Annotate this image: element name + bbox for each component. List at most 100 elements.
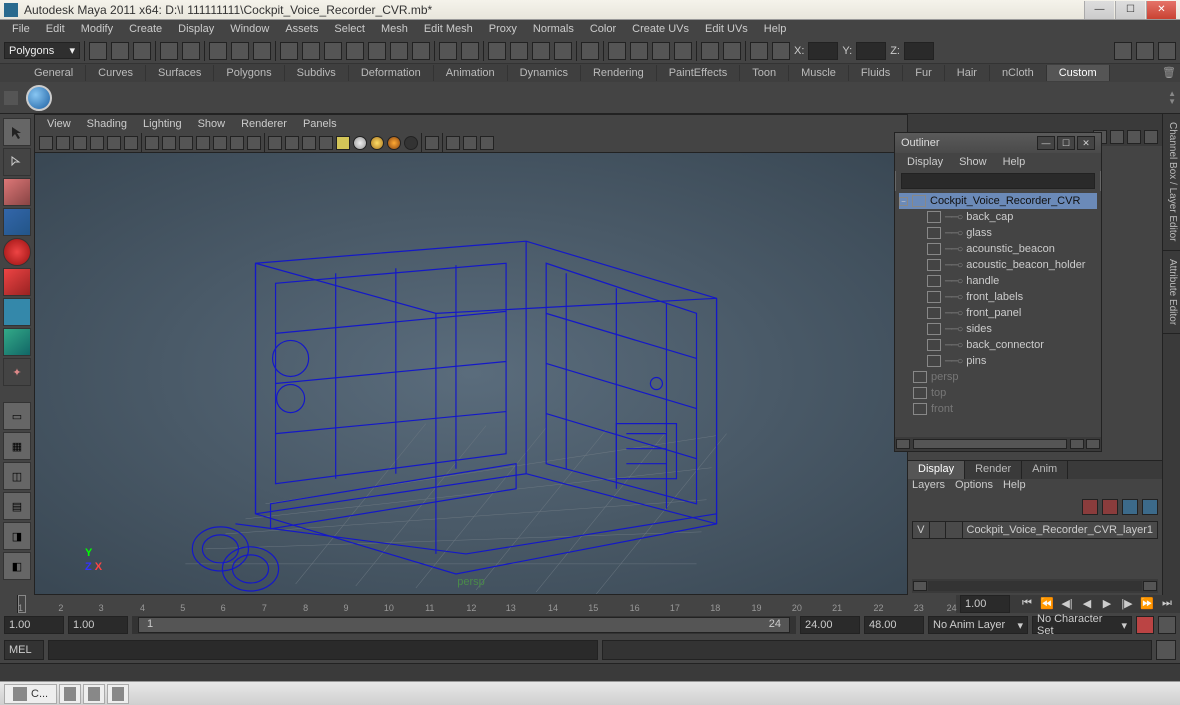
input-operations-icon[interactable] <box>510 42 528 60</box>
render-settings-icon[interactable] <box>652 42 670 60</box>
vp-safe-title-icon[interactable] <box>247 136 261 150</box>
select-tool[interactable] <box>3 118 31 146</box>
shelf-collapse-arrows[interactable]: ▲▼ <box>1168 91 1176 105</box>
layer-hscroll[interactable] <box>912 579 1158 593</box>
layer-name[interactable]: Cockpit_Voice_Recorder_CVR_layer1 <box>963 524 1157 536</box>
taskbar-item-4[interactable] <box>107 684 129 704</box>
outliner-camera-node[interactable]: front <box>899 401 1097 417</box>
new-scene-icon[interactable] <box>89 42 107 60</box>
attribute-editor-toggle-icon[interactable] <box>1114 42 1132 60</box>
outliner-titlebar[interactable]: Outliner — ☐ ✕ <box>895 133 1101 153</box>
render-view-icon[interactable] <box>674 42 692 60</box>
minimize-button[interactable]: — <box>1084 1 1114 19</box>
outliner-child-node[interactable]: ──○pins <box>899 353 1097 369</box>
play-backward-button[interactable]: ◀ <box>1078 595 1096 611</box>
vp-film-gate-icon[interactable] <box>162 136 176 150</box>
outliner-root-node[interactable]: − Cockpit_Voice_Recorder_CVR <box>899 193 1097 209</box>
outliner-camera-node[interactable]: top <box>899 385 1097 401</box>
vp-menu-renderer[interactable]: Renderer <box>233 116 295 132</box>
tab-toon[interactable]: Toon <box>740 65 789 81</box>
outliner-hscroll[interactable] <box>895 437 1101 451</box>
menu-create[interactable]: Create <box>121 21 170 37</box>
layer-row[interactable]: V Cockpit_Voice_Recorder_CVR_layer1 <box>912 521 1158 539</box>
range-end-outer-field[interactable]: 48.00 <box>864 616 924 634</box>
vp-bookmarks-icon[interactable] <box>73 136 87 150</box>
single-perspective-layout[interactable]: ▭ <box>3 402 31 430</box>
go-to-start-button[interactable]: ⏮ <box>1018 595 1036 611</box>
outliner-search-field[interactable] <box>901 173 1095 189</box>
maximize-button[interactable]: ☐ <box>1115 1 1145 19</box>
range-start-outer-field[interactable]: 1.00 <box>4 616 64 634</box>
vp-all-light-icon[interactable] <box>370 136 384 150</box>
vp-xray-joints-icon[interactable] <box>463 136 477 150</box>
vp-xray-icon[interactable] <box>446 136 460 150</box>
layer-tab-anim[interactable]: Anim <box>1022 461 1068 479</box>
open-scene-icon[interactable] <box>111 42 129 60</box>
move-tool[interactable] <box>3 208 31 236</box>
hypergraph-icon[interactable] <box>701 42 719 60</box>
vp-grid-icon[interactable] <box>145 136 159 150</box>
lasso-tool[interactable] <box>3 148 31 176</box>
step-back-key-button[interactable]: ⏪ <box>1038 595 1056 611</box>
script-language-toggle[interactable]: MEL <box>4 640 44 660</box>
vp-menu-show[interactable]: Show <box>190 116 234 132</box>
outliner-camera-node[interactable]: persp <box>899 369 1097 385</box>
script-editor-button[interactable] <box>1156 640 1176 660</box>
step-back-button[interactable]: ◀| <box>1058 595 1076 611</box>
command-input[interactable] <box>48 640 598 660</box>
shelf-menu-icon[interactable] <box>4 91 18 105</box>
sync-icon[interactable] <box>1127 130 1141 144</box>
snap-curve-icon[interactable] <box>302 42 320 60</box>
vp-menu-panels[interactable]: Panels <box>295 116 345 132</box>
tab-polygons[interactable]: Polygons <box>214 65 284 81</box>
menu-edituvs[interactable]: Edit UVs <box>697 21 756 37</box>
scroll-right-icon[interactable] <box>1070 439 1084 449</box>
vp-gate-mask-icon[interactable] <box>196 136 210 150</box>
rotate-tool[interactable] <box>3 238 31 266</box>
refresh-icon[interactable] <box>1144 130 1158 144</box>
show-manipulator-tool[interactable]: ✦ <box>3 358 31 386</box>
taskbar-item-2[interactable] <box>59 684 81 704</box>
tab-general[interactable]: General <box>22 65 86 81</box>
construct-history-icon[interactable] <box>581 42 599 60</box>
vp-field-chart-icon[interactable] <box>213 136 227 150</box>
current-frame-field[interactable]: 1.00 <box>960 595 1010 613</box>
outliner-child-node[interactable]: ──○sides <box>899 321 1097 337</box>
tab-painteffects[interactable]: PaintEffects <box>657 65 741 81</box>
coord-x-field[interactable] <box>808 42 838 60</box>
outliner-menu-show[interactable]: Show <box>951 154 995 170</box>
tab-fur[interactable]: Fur <box>903 65 945 81</box>
persp-graph-layout[interactable]: ▤ <box>3 492 31 520</box>
menu-file[interactable]: File <box>4 21 38 37</box>
render-current-icon[interactable] <box>608 42 626 60</box>
tab-hair[interactable]: Hair <box>945 65 990 81</box>
go-to-end-button[interactable]: ⏭ <box>1158 595 1176 611</box>
vp-lock-camera-icon[interactable] <box>56 136 70 150</box>
outliner-child-node[interactable]: ──○back_cap <box>899 209 1097 225</box>
viewport-3d[interactable]: YZ X persp <box>35 153 907 594</box>
tool-settings-toggle-icon[interactable] <box>1136 42 1154 60</box>
select-by-component-icon[interactable] <box>253 42 271 60</box>
vp-2d-pan-icon[interactable] <box>107 136 121 150</box>
vp-menu-shading[interactable]: Shading <box>79 116 135 132</box>
vp-no-light-icon[interactable] <box>404 136 418 150</box>
step-forward-button[interactable]: |▶ <box>1118 595 1136 611</box>
tab-subdivs[interactable]: Subdivs <box>285 65 349 81</box>
menu-color[interactable]: Color <box>582 21 624 37</box>
outliner-tree[interactable]: − Cockpit_Voice_Recorder_CVR ──○back_cap… <box>895 191 1101 437</box>
hypershade-icon[interactable] <box>723 42 741 60</box>
paint-tool[interactable] <box>3 178 31 206</box>
layer-move-up-icon[interactable] <box>1082 499 1098 515</box>
outliner-menu-display[interactable]: Display <box>899 154 951 170</box>
ipr-render-icon[interactable] <box>630 42 648 60</box>
channel-box-toggle-icon[interactable] <box>1158 42 1176 60</box>
vp-image-plane-icon[interactable] <box>90 136 104 150</box>
step-forward-key-button[interactable]: ⏩ <box>1138 595 1156 611</box>
menu-help[interactable]: Help <box>756 21 795 37</box>
layer-menu-layers[interactable]: Layers <box>912 479 945 495</box>
scroll-right2-icon[interactable] <box>1086 439 1100 449</box>
tab-fluids[interactable]: Fluids <box>849 65 903 81</box>
output-operations-icon[interactable] <box>554 42 572 60</box>
menu-mesh[interactable]: Mesh <box>373 21 416 37</box>
auto-keyframe-toggle[interactable] <box>1136 616 1154 634</box>
